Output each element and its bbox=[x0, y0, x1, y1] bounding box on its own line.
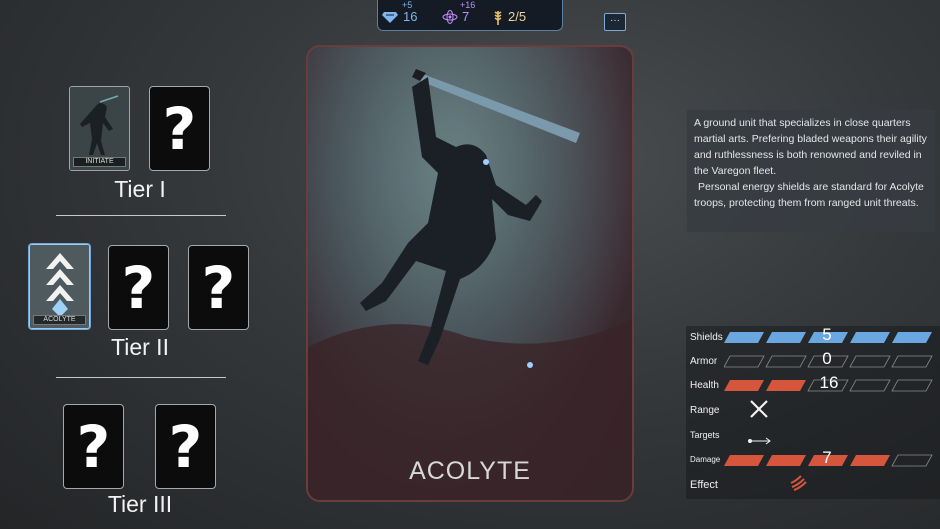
tier-label-3: Tier III bbox=[107, 491, 173, 517]
stat-label-armor: Armor bbox=[690, 356, 718, 367]
stat-segment bbox=[724, 332, 764, 343]
energy-value: 7 bbox=[462, 9, 470, 24]
stat-label-health: Health bbox=[690, 380, 719, 391]
stat-segment bbox=[724, 380, 764, 391]
tier-label-1: Tier I bbox=[114, 176, 166, 202]
stat-label-effect: Effect bbox=[690, 479, 718, 491]
unit-description: A ground unit that specializes in close … bbox=[687, 110, 935, 232]
unit-card-caption: INITIATE bbox=[73, 157, 126, 167]
question-mark: ? bbox=[162, 95, 197, 163]
unit-card-initiate[interactable]: INITIATE bbox=[69, 86, 130, 171]
claw-icon bbox=[790, 475, 808, 496]
stat-segment bbox=[766, 455, 806, 466]
stat-segment bbox=[892, 332, 932, 343]
stat-segment bbox=[850, 455, 890, 466]
unit-detail-card: ACOLYTE bbox=[306, 45, 634, 502]
stat-segment bbox=[891, 355, 933, 368]
crossed-swords-icon bbox=[748, 398, 770, 425]
health-value: 16 bbox=[819, 373, 839, 392]
energy-resource: +16 7 bbox=[436, 0, 486, 31]
locked-card[interactable]: ? bbox=[188, 245, 249, 330]
locked-card[interactable]: ? bbox=[155, 404, 216, 489]
stat-label-damage: Damage bbox=[690, 455, 721, 464]
stat-label-targets: Targets bbox=[690, 430, 720, 440]
wheat-icon bbox=[492, 10, 504, 28]
crystal-icon bbox=[382, 10, 398, 26]
stat-segment bbox=[724, 355, 765, 368]
question-mark: ? bbox=[76, 413, 111, 481]
arrow-target-icon bbox=[748, 432, 772, 450]
stat-segment bbox=[766, 380, 806, 391]
stat-segment bbox=[891, 379, 933, 392]
chat-button[interactable]: ··· bbox=[604, 13, 626, 31]
stats-panel: Shields 5 Armor 0 Health 16 Range Target… bbox=[686, 325, 940, 499]
acolyte-artwork bbox=[308, 47, 632, 500]
stat-segment bbox=[891, 454, 933, 467]
locked-card[interactable]: ? bbox=[149, 86, 210, 171]
resource-bar: +5 16 +16 7 2/5 bbox=[377, 0, 563, 31]
unit-card-acolyte[interactable]: ACOLYTE bbox=[29, 244, 90, 329]
divider bbox=[56, 377, 226, 378]
unit-name: ACOLYTE bbox=[409, 457, 531, 485]
unit-card-caption: ACOLYTE bbox=[33, 315, 86, 325]
stat-segment bbox=[766, 332, 806, 343]
damage-value: 7 bbox=[822, 448, 832, 467]
supply-value: 2/5 bbox=[508, 9, 527, 24]
chat-icon: ··· bbox=[610, 15, 620, 26]
stat-label-shields: Shields bbox=[690, 332, 723, 343]
stat-segment bbox=[724, 455, 764, 466]
divider bbox=[56, 215, 226, 216]
supply-resource: 2/5 bbox=[490, 0, 560, 31]
stat-segment bbox=[850, 332, 890, 343]
locked-card[interactable]: ? bbox=[63, 404, 124, 489]
description-paragraph: A ground unit that specializes in close … bbox=[694, 117, 927, 177]
stat-segment bbox=[849, 355, 891, 368]
atom-icon bbox=[442, 10, 458, 27]
description-paragraph: Personal energy shields are standard for… bbox=[694, 181, 924, 209]
armor-value: 0 bbox=[822, 349, 832, 368]
stat-segment bbox=[765, 355, 807, 368]
question-mark: ? bbox=[168, 413, 203, 481]
crystal-resource: +5 16 bbox=[382, 0, 432, 31]
locked-card[interactable]: ? bbox=[108, 245, 169, 330]
question-mark: ? bbox=[121, 254, 156, 322]
question-mark: ? bbox=[201, 254, 236, 322]
stat-segment bbox=[849, 379, 891, 392]
tier-label-2: Tier II bbox=[111, 334, 169, 360]
shields-value: 5 bbox=[822, 325, 832, 344]
stat-label-range: Range bbox=[690, 405, 720, 416]
crystal-value: 16 bbox=[403, 9, 418, 24]
